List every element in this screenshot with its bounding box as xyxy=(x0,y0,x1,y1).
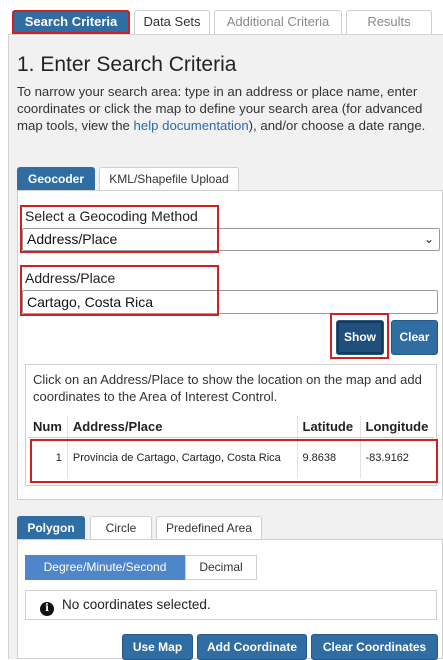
col-longitude: Longitude xyxy=(359,416,434,438)
no-coordinates-alert: i No coordinates selected. xyxy=(25,590,437,620)
col-num: Num xyxy=(28,416,68,438)
add-coordinate-button[interactable]: Add Coordinate xyxy=(197,634,307,660)
page-title: 1. Enter Search Criteria xyxy=(17,53,237,76)
help-documentation-link[interactable]: help documentation xyxy=(134,118,249,133)
highlight-geocoding-method xyxy=(20,205,219,253)
highlight-show-button xyxy=(330,313,389,359)
tab-additional-criteria[interactable]: Additional Criteria xyxy=(214,10,342,34)
tab-predefined-area[interactable]: Predefined Area xyxy=(156,516,262,540)
chevron-down-icon: ⌄ xyxy=(423,232,434,246)
tab-search-criteria[interactable]: Search Criteria xyxy=(12,10,130,34)
results-instructions: Click on an Address/Place to show the lo… xyxy=(33,372,422,404)
info-icon: i xyxy=(40,602,54,616)
tab-polygon[interactable]: Polygon xyxy=(17,516,85,540)
main-tab-bar: Search Criteria Data Sets Additional Cri… xyxy=(0,0,443,38)
tab-kml-shapefile-upload[interactable]: KML/Shapefile Upload xyxy=(99,167,239,191)
tab-circle[interactable]: Circle xyxy=(90,516,152,540)
col-latitude: Latitude xyxy=(296,416,360,438)
format-decimal[interactable]: Decimal xyxy=(185,555,257,580)
tab-results[interactable]: Results xyxy=(346,10,432,34)
col-address-place: Address/Place xyxy=(66,416,297,438)
clear-button[interactable]: Clear xyxy=(391,320,438,355)
clear-coordinates-button[interactable]: Clear Coordinates xyxy=(311,634,438,660)
intro-text: To narrow your search area: type in an a… xyxy=(17,84,426,133)
highlight-result-row xyxy=(30,439,438,483)
format-degree-minute-second[interactable]: Degree/Minute/Second xyxy=(25,555,185,580)
highlight-address-place xyxy=(20,265,219,316)
no-coordinates-message: No coordinates selected. xyxy=(62,597,211,612)
tab-data-sets[interactable]: Data Sets xyxy=(134,10,210,34)
use-map-button[interactable]: Use Map xyxy=(122,634,193,660)
tab-geocoder[interactable]: Geocoder xyxy=(17,167,95,191)
